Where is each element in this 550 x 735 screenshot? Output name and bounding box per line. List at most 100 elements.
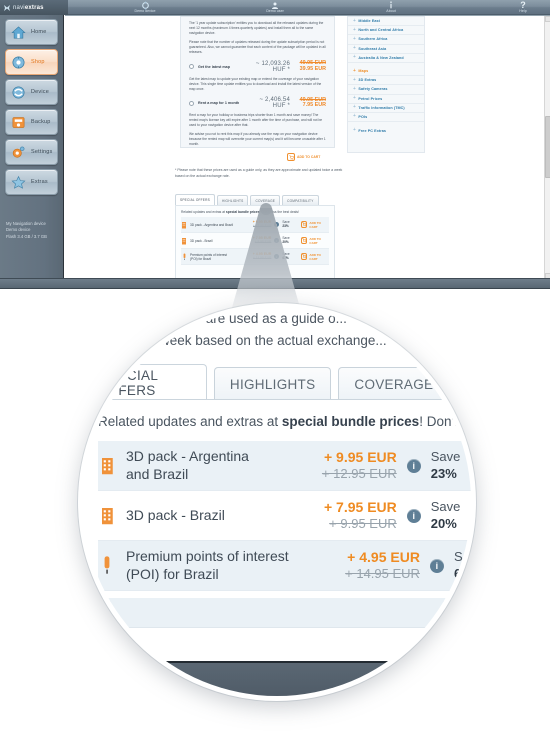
offer-row[interactable]: Premium points of interest (POI) for Braz… [98, 541, 476, 591]
offer-price-old: + 9.95 EUR [254, 239, 272, 244]
offer-price: + 4.95 EUR + 14.95 EUR [243, 252, 272, 260]
add-to-cart-button[interactable]: ADD TO CART [300, 221, 329, 229]
category-item-pois[interactable]: + POIs [348, 113, 424, 123]
tab-coverage[interactable]: COVERAGE [338, 367, 450, 400]
sidebar-item-label: Settings [31, 149, 53, 155]
intro-suffix: ! Don't miss the best deals! [259, 210, 299, 214]
offer-option-huf: ~ 2,406.54 HUF * [259, 97, 290, 110]
save-label: Save [453, 548, 476, 564]
topbar-item-demo-device[interactable]: Demo device [105, 0, 185, 15]
category-label: Southeast Asia [358, 46, 387, 51]
topbar-item-help[interactable]: ? Help [483, 0, 550, 15]
category-item-maps[interactable]: + Maps [348, 67, 424, 77]
plus-icon: + [353, 67, 356, 74]
building-3d-icon [181, 236, 187, 245]
category-item-middle-east[interactable]: + Middle East [348, 17, 424, 27]
offer-price: + 9.95 EUR + 12.95 EUR [285, 449, 397, 483]
offer-option-row[interactable]: Rent a map for 1 month ~ 2,406.54 HUF * … [181, 97, 334, 109]
add-to-cart-button[interactable]: ADD TO CART [300, 237, 329, 245]
category-item-australia-new-zealand[interactable]: + Australia & New Zealand [348, 54, 424, 63]
price-new: 7.95 EUR [302, 102, 326, 109]
price-new: 39.95 EUR [299, 65, 326, 72]
building-3d-icon [181, 220, 187, 229]
save-pct: 20% [430, 515, 457, 531]
topbar-item-about[interactable]: About [351, 0, 431, 15]
offer-name: 3D pack - Argentina and Brazil [190, 222, 234, 227]
add-to-cart-label: ADD TO CART [309, 252, 321, 261]
home-icon [10, 24, 27, 41]
radio-rent-map[interactable] [189, 100, 194, 106]
category-label: Traffic Information (TMC) [358, 105, 405, 110]
scroll-up-arrow[interactable] [545, 16, 550, 22]
info-icon[interactable]: i [274, 254, 280, 259]
sidebar-item-extras[interactable]: Extras [5, 169, 58, 195]
category-item-southern-africa[interactable]: + Southern Africa [348, 35, 424, 45]
offer-row[interactable]: 3D pack - Brazil + 7.95 EUR + 9.95 EUR i… [98, 491, 471, 541]
vertical-scrollbar[interactable] [544, 16, 550, 278]
offer-row[interactable]: 3D pack - Argentina and Brazil + 9.95 EU… [98, 441, 471, 491]
app-logo[interactable]: naviextras [0, 0, 68, 15]
add-to-cart-button[interactable]: ADD TO CART [300, 252, 329, 261]
poi-pin-icon [181, 252, 187, 261]
logo-text: naviextras [13, 4, 44, 11]
poi-pin-icon [98, 555, 116, 577]
backup-icon [10, 114, 27, 131]
offer-price-new: + 7.95 EUR [323, 498, 397, 515]
radio-get-latest-map[interactable] [189, 64, 194, 70]
category-item-3d-extras[interactable]: +3D Extras [348, 76, 424, 86]
intro-suffix: ! Don't miss the best deals! [419, 414, 476, 429]
offer-row[interactable]: 3D pack - Brazil + 7.95 EUR + 9.95 EUR i… [181, 233, 329, 249]
sidebar-item-label: Device [31, 89, 50, 95]
info-icon[interactable]: i [429, 558, 444, 573]
sidebar-item-settings[interactable]: Settings [5, 139, 58, 165]
device-sync-icon [10, 84, 27, 101]
sidebar-item-device[interactable]: Device [5, 79, 58, 105]
category-item-north-central-africa[interactable]: + North and Central Africa [348, 26, 424, 36]
category-label: Safety Cameras [358, 87, 388, 92]
add-to-cart-button[interactable]: ADD TO CART [287, 153, 320, 161]
info-icon[interactable]: i [406, 508, 421, 523]
magnified-note-line-1: ...at these prices are used as a guide o… [103, 311, 347, 326]
offer-panel: The '1 year update subscription' entitle… [180, 16, 335, 148]
offer-price-new: + 4.95 EUR [347, 548, 420, 565]
intro-bold: special bundle prices [281, 414, 420, 429]
scrollbar-thumb[interactable] [545, 116, 550, 178]
offer-price: + 7.95 EUR + 9.95 EUR [285, 499, 397, 533]
tab-compatibility[interactable]: COMPATIBILITY [282, 195, 319, 205]
magnified-content: ...at these prices are used as a guide o… [83, 308, 476, 696]
category-item-petrol-prices[interactable]: + Petrol Prices [348, 95, 424, 104]
offer-row[interactable]: 3D pack - Argentina and Brazil + 9.95 EU… [181, 217, 329, 233]
category-item-free-pc-extras[interactable]: + Free PC Extras [348, 126, 424, 135]
offer-price: + 4.95 EUR + 14.95 EUR [308, 549, 420, 583]
magnified-panel-tail [83, 598, 471, 628]
sidebar-item-backup[interactable]: Backup [5, 109, 58, 135]
tab-special-offers[interactable]: SPECIAL OFFERS [83, 364, 207, 400]
offer-option-row[interactable]: Get the latest map ~ 12,093.26 HUF * 49.… [181, 60, 334, 73]
save-pct: 67% [453, 565, 471, 581]
tab-coverage[interactable]: COVERAGE [250, 195, 281, 205]
info-icon[interactable]: i [274, 222, 280, 227]
save-label: Save [430, 448, 461, 464]
window-footer-bar [0, 278, 550, 289]
offer-save: Save67% [453, 548, 476, 583]
sidebar-item-label: Extras [31, 179, 48, 185]
device-info-line: Flash 3.4 GB / 3.7 GB [6, 233, 47, 239]
topbar-item-demo-user[interactable]: Demo user [235, 0, 315, 15]
sidebar-item-shop[interactable]: Shop [5, 49, 58, 75]
tab-highlights[interactable]: HIGHLIGHTS [213, 367, 332, 400]
offer-row[interactable]: Premium points of interest (POI) for Braz… [181, 249, 329, 265]
category-item-safety-cameras[interactable]: + Safety Cameras [348, 85, 424, 95]
sidebar-item-home[interactable]: Home [5, 19, 58, 45]
offer-price-old: + 14.95 EUR [345, 566, 420, 582]
offer-save: Save67% [282, 252, 297, 261]
info-icon[interactable]: i [274, 238, 280, 243]
tab-highlights[interactable]: HIGHLIGHTS [216, 195, 249, 205]
magnified-price-note: ...at these prices are used as a guide o… [103, 308, 471, 353]
info-icon[interactable]: i [406, 458, 421, 473]
building-3d-icon [98, 506, 116, 526]
category-item-southeast-asia[interactable]: + Southeast Asia [348, 45, 424, 54]
tab-compatibility[interactable]: COMPATIBILITY [456, 367, 471, 400]
category-item-traffic-information[interactable]: + Traffic Information (TMC) [348, 104, 424, 113]
tab-special-offers[interactable]: SPECIAL OFFERS [175, 194, 215, 205]
offer-price: + 9.95 EUR + 12.95 EUR [243, 220, 272, 228]
